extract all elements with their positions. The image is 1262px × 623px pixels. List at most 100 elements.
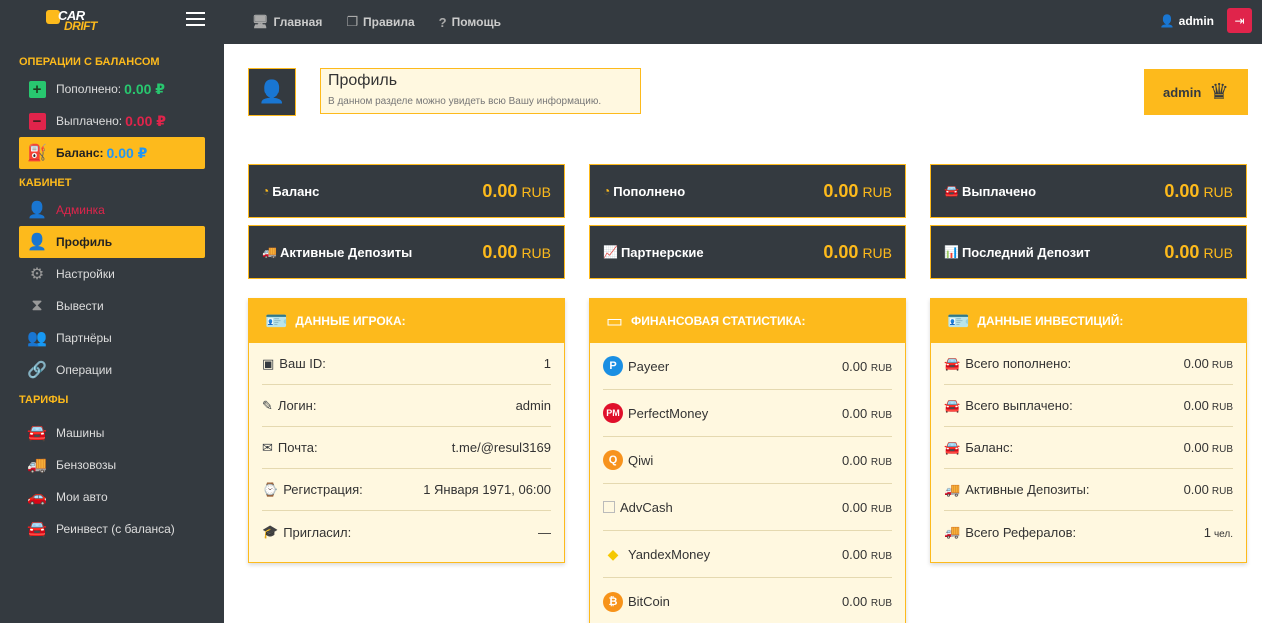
sidebar-item-admin[interactable]: 👤 Админка xyxy=(0,194,205,226)
stat-label: Баланс xyxy=(272,183,320,199)
main-content: 👤 Профиль В данном разделе можно увидеть… xyxy=(224,44,1262,623)
profile-user-tie-icon: 👤 xyxy=(248,68,296,116)
stat-currency: RUB xyxy=(521,183,551,200)
sidebar-item-withdrawn[interactable]: − Выплачено: 0.00 ₽ xyxy=(0,105,205,137)
nav-home-link[interactable]: 🖥 Главная xyxy=(252,14,322,30)
car-icon: 🚘 xyxy=(944,355,961,371)
id-card-icon: 🪪 xyxy=(947,310,970,331)
logout-button[interactable]: ⇥ xyxy=(1227,8,1252,33)
payeer-icon: P xyxy=(603,356,623,376)
sidebar-item-label: Админка xyxy=(56,203,105,217)
briefcase-clock-icon: ⌚ xyxy=(262,481,279,497)
stat-currency: RUB xyxy=(521,244,551,261)
sidebar-heading-cabinet: Кабинет xyxy=(19,177,72,189)
stat-currency: RUB xyxy=(862,183,892,200)
truck-icon: 🚚 xyxy=(27,457,47,474)
gas-pump-icon: ⛽ xyxy=(27,145,47,162)
list-item: ₿ BitCoin 0.00 RUB xyxy=(603,578,892,623)
sidebar-item-reinvest[interactable]: 🚘 Реинвест (с баланса) xyxy=(0,513,205,545)
stat-value: 0.00 xyxy=(1164,241,1200,262)
sidebar-item-label: Мои авто xyxy=(56,490,108,504)
monitor-icon: 🖥 xyxy=(252,14,269,29)
page-title: Профиль xyxy=(328,72,398,89)
stat-card-balance: ◔ Баланс 0.00 RUB xyxy=(248,164,565,218)
sidebar-item-profile[interactable]: 👤 Профиль xyxy=(19,226,205,258)
user-menu[interactable]: 👤 admin xyxy=(1160,14,1214,28)
panel-title: Данные инвестиций: xyxy=(977,314,1124,328)
sidebar-item-settings[interactable]: ⚙ Настройки xyxy=(0,258,205,290)
tachometer-icon: ◔ xyxy=(603,184,611,198)
hourglass-icon: ⧗ xyxy=(31,297,43,314)
user-tie-icon: 👤 xyxy=(27,234,47,251)
sidebar-heading-tariffs: Тарифы xyxy=(19,394,69,406)
sidebar-item-partners[interactable]: 👥 Партнёры xyxy=(0,322,205,354)
list-item: P Payeer 0.00 RUB xyxy=(603,343,892,390)
menu-toggle-icon[interactable] xyxy=(186,12,205,28)
id-badge-icon: ▣ xyxy=(262,355,275,371)
admin-badge: admin ♛ xyxy=(1144,69,1248,115)
sidebar-item-tankers[interactable]: 🚚 Бензовозы xyxy=(0,449,205,481)
sidebar-item-label: Настройки xyxy=(56,267,115,281)
graduation-cap-icon: 🎓 xyxy=(262,524,279,539)
list-item: 🚚 Активные Депозиты: 0.00 RUB xyxy=(944,469,1233,511)
deposited-label: Пополнено: xyxy=(56,82,122,96)
sidebar: Операции с балансом + Пополнено: 0.00 ₽ … xyxy=(0,44,224,623)
perfectmoney-icon: PM xyxy=(603,403,623,423)
users-icon: 👥 xyxy=(27,330,47,347)
stat-label: Выплачено xyxy=(961,183,1037,199)
gears-icon: ⚙ xyxy=(29,266,45,283)
stat-value: 0.00 xyxy=(482,180,518,201)
truck-icon: 🚚 xyxy=(944,481,961,497)
sidebar-item-operations[interactable]: 🔗 Операции xyxy=(0,354,205,386)
list-item: ✎ Логин: admin xyxy=(262,385,551,427)
withdrawn-value: 0.00 ₽ xyxy=(125,112,166,129)
sidebar-item-my-cars[interactable]: 🚗 Мои авто xyxy=(0,481,205,513)
stat-label: Последний Депозит xyxy=(961,244,1091,260)
car-side-icon: 🚗 xyxy=(27,489,47,506)
nav-help-label: Помощь xyxy=(451,15,501,29)
logo[interactable]: CAR DRIFT xyxy=(0,0,224,44)
envelope-icon: ✉ xyxy=(262,439,273,455)
balance-label: Баланс: xyxy=(56,146,104,160)
stat-card-withdrawn: 🚘 Выплачено 0.00 RUB xyxy=(930,164,1247,218)
stat-currency: RUB xyxy=(1203,244,1233,261)
withdrawn-label: Выплачено: xyxy=(56,114,123,128)
copy-icon: ❐ xyxy=(346,14,358,29)
stat-value: 0.00 xyxy=(823,241,859,262)
sidebar-item-label: Профиль xyxy=(56,235,113,249)
invest-data-panel: 🪪 Данные инвестиций: 🚘 Всего пополнено: 0.0… xyxy=(930,298,1247,563)
crown-icon: ♛ xyxy=(1209,79,1230,104)
player-data-panel: 🪪 Данные игрока: ▣ Ваш ID: 1 ✎ Логин: admin ✉… xyxy=(248,298,565,563)
nav-rules-link[interactable]: ❐ Правила xyxy=(346,14,414,30)
list-item: 🚘 Всего выплачено: 0.00 RUB xyxy=(944,385,1233,427)
stat-card-partner: 📈 Партнерские 0.00 RUB xyxy=(589,225,906,279)
yandexmoney-icon: ◆ xyxy=(607,545,619,562)
line-chart-icon: 📈 xyxy=(603,245,618,259)
stat-card-deposited: ◔ Пополнено 0.00 RUB xyxy=(589,164,906,218)
panel-title: Данные игрока: xyxy=(295,314,406,328)
car-icon: 🚘 xyxy=(27,425,47,442)
stat-currency: RUB xyxy=(1203,183,1233,200)
sidebar-item-withdraw[interactable]: ⧗ Вывести xyxy=(0,290,205,322)
list-item: ⌚ Регистрация: 1 Января 1971, 06:00 xyxy=(262,469,551,511)
sidebar-item-cars[interactable]: 🚘 Машины xyxy=(0,417,205,449)
list-item: ◆ YandexMoney 0.00 RUB xyxy=(603,531,892,578)
sidebar-item-deposited[interactable]: + Пополнено: 0.00 ₽ xyxy=(0,73,205,105)
list-item: 🚘 Баланс: 0.00 RUB xyxy=(944,427,1233,469)
car-icon: 🚘 xyxy=(944,184,959,198)
logo-drift-text: DRIFT xyxy=(64,19,97,33)
list-item: AdvCash 0.00 RUB xyxy=(603,484,892,531)
balance-value: 0.00 ₽ xyxy=(106,144,148,161)
sidebar-item-label: Вывести xyxy=(56,299,104,313)
car-icon: 🚘 xyxy=(944,397,961,413)
user-icon: 👤 xyxy=(1159,13,1175,28)
nav-help-link[interactable]: ? Помощь xyxy=(439,15,501,30)
list-item: 🎓 Пригласил: — xyxy=(262,524,551,540)
page-subtitle: В данном разделе можно увидеть всю Вашу … xyxy=(328,96,602,107)
sidebar-item-label: Реинвест (с баланса) xyxy=(56,522,175,536)
sidebar-item-balance[interactable]: ⛽ Баланс: 0.00 ₽ xyxy=(19,137,205,169)
list-item: Q Qiwi 0.00 RUB xyxy=(603,437,892,484)
list-item: ✉ Почта: t.me/@resul3169 xyxy=(262,427,551,469)
stat-label: Пополнено xyxy=(613,183,686,199)
id-card-icon: 🪪 xyxy=(265,310,288,331)
